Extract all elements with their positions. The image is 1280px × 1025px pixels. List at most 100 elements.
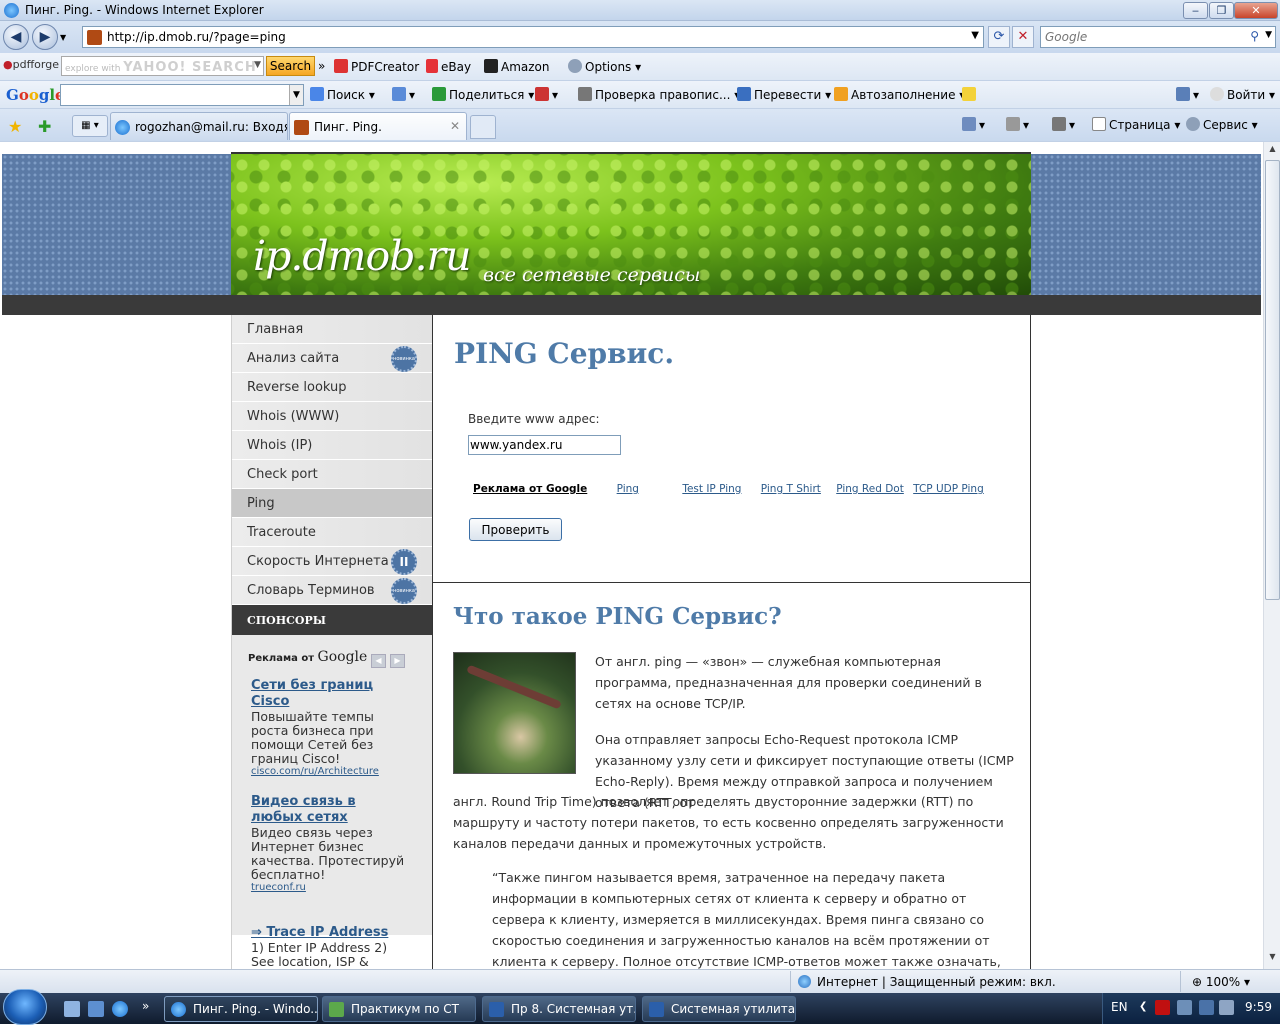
switch-windows-icon[interactable] [88,1001,104,1017]
pdfcreator-button[interactable]: PDFCreator [334,59,419,74]
system-tray: EN ❮ 9:59 [1102,993,1280,1024]
pdfforge-logo[interactable]: ●pdfforge [3,58,59,71]
ad-link[interactable]: Ping T Shirt [761,483,821,495]
history-dropdown-icon[interactable]: ▼ [60,33,66,42]
options-button[interactable]: Options ▾ [568,59,641,74]
site-name[interactable]: ip.dmob.ru [253,232,471,280]
autofill-button[interactable]: Автозаполнение ▾ [834,87,965,102]
close-window-button[interactable]: ✕ [1234,2,1278,19]
ad-link[interactable]: Ping Red Dot [836,483,904,495]
start-button[interactable] [3,989,47,1025]
tray-arrow-icon[interactable]: ❮ [1139,1001,1147,1012]
ad-title[interactable]: Видео связь в любых сетях [251,794,411,826]
scroll-up-icon[interactable]: ▲ [1266,144,1279,158]
taskbar-item-ie[interactable]: Пинг. Ping. - Windo... [164,996,318,1022]
refresh-icon[interactable]: ⟳ [988,26,1010,48]
zoom-level[interactable]: ⊕ 100% ▾ [1192,975,1250,989]
ad-item[interactable]: Видео связь в любых сетях Видео связь че… [251,794,411,893]
quick-tabs-icon[interactable]: ▦ ▾ [72,115,108,137]
address-url[interactable]: http://ip.dmob.ru/?page=ping [107,30,286,44]
show-desktop-icon[interactable] [64,1001,80,1017]
sidebar-item[interactable]: Traceroute [232,518,432,547]
plus-button[interactable]: ▾ [392,87,415,102]
address-bar[interactable]: http://ip.dmob.ru/?page=ping ▼ [82,26,984,48]
google-logo[interactable]: Google [6,86,65,104]
sidebar-item[interactable]: Ping [232,489,432,518]
favorites-star-icon[interactable]: ★ [8,117,22,136]
taskbar-item-utility[interactable]: Системная утилита... [642,996,796,1022]
yahoo-dropdown-icon[interactable]: ▼ [254,60,261,70]
language-indicator[interactable]: EN [1111,1000,1128,1014]
ad-links-lead[interactable]: Реклама от Google [473,483,587,495]
tab-ping[interactable]: Пинг. Ping. ✕ [289,112,467,140]
ad-url[interactable]: trueconf.ru [251,882,411,893]
address-dropdown-icon[interactable]: ▼ [971,30,979,41]
tray-app-icon[interactable] [1177,1000,1192,1015]
taskbar-item-practicum[interactable]: Практикум по СТ [322,996,476,1022]
forward-button[interactable]: ▶ [32,24,58,50]
sidebar-item[interactable]: Скорость Интернета II [232,547,432,576]
share-button[interactable]: Поделиться ▾ [432,87,534,102]
browser-search-input[interactable] [1045,28,1245,46]
clock[interactable]: 9:59 [1245,1000,1272,1014]
taskbar-item-pr8[interactable]: Пр 8. Системная ут... [482,996,636,1022]
ad-item[interactable]: Сети без границ Cisco Повышайте темпы ро… [251,678,411,777]
sidebar-item[interactable]: Главная [232,315,432,344]
add-favorites-icon[interactable]: ✚ [38,117,51,136]
login-button[interactable]: Войти ▾ [1210,87,1275,102]
ads-next-icon[interactable]: ▶ [390,654,405,668]
amazon-button[interactable]: Amazon [484,59,550,74]
translate-button[interactable]: Перевести ▾ [737,87,831,102]
feeds-button[interactable]: ▾ [1006,117,1029,132]
home-button[interactable]: ▾ [962,117,985,132]
stop-icon[interactable]: ✕ [1012,26,1034,48]
ad-url[interactable]: cisco.com/ru/Architecture [251,766,411,777]
wrench-button[interactable]: ▾ [1176,87,1199,102]
toolbar-arrow-icon[interactable]: » [318,59,325,73]
ads-prev-icon[interactable]: ◀ [371,654,386,668]
search-icon[interactable]: ⚲ [1250,29,1259,43]
maximize-button[interactable]: ❐ [1209,2,1234,19]
page-scrollbar[interactable]: ▲ ▼ [1263,142,1280,969]
back-button[interactable]: ◀ [3,24,29,50]
page-menu[interactable]: Страница ▾ [1092,117,1180,132]
tab-mail[interactable]: rogozhan@mail.ru: Входя... [110,112,288,140]
ie-quicklaunch-icon[interactable] [112,1001,128,1017]
ad-link[interactable]: Test IP Ping [682,483,741,495]
yahoo-search-button[interactable]: Search [266,56,315,76]
highlight-button[interactable] [962,87,979,102]
scroll-down-icon[interactable]: ▼ [1266,952,1279,966]
ad-item[interactable]: ⇒ Trace IP Address 1) Enter IP Address 2… [251,925,411,969]
ad-title[interactable]: ⇒ Trace IP Address [251,925,411,941]
yahoo-search-input[interactable]: explore with YAHOO! SEARCH ▼ [61,56,264,76]
ad-link[interactable]: Ping [617,483,639,495]
quicklaunch-more-icon[interactable]: » [142,999,149,1013]
minimize-button[interactable]: ‒ [1183,2,1208,19]
poisk-button[interactable]: Поиск ▾ [310,87,375,102]
sidebar-item[interactable]: Check port [232,460,432,489]
kaspersky-icon[interactable] [1155,1000,1170,1015]
popup-blocker-button[interactable]: ▾ [535,87,558,102]
ad-link[interactable]: TCP UDP Ping [913,483,984,495]
sidebar-item[interactable]: Whois (WWW) [232,402,432,431]
print-button[interactable]: ▾ [1052,117,1075,132]
volume-icon[interactable] [1219,1000,1234,1015]
sidebar-item[interactable]: Reverse lookup [232,373,432,402]
ad-title[interactable]: Сети без границ Cisco [251,678,411,710]
network-icon[interactable] [1199,1000,1214,1015]
google-input-dropdown-icon[interactable]: ▼ [289,85,303,105]
scroll-thumb[interactable] [1265,160,1280,600]
check-button[interactable]: Проверить [469,518,562,541]
search-dropdown-icon[interactable]: ▼ [1265,30,1272,40]
new-tab-button[interactable] [470,115,496,139]
ebay-button[interactable]: eBay [426,59,471,74]
close-tab-icon[interactable]: ✕ [450,119,460,133]
spellcheck-button[interactable]: Проверка правопис... ▾ [578,87,740,102]
www-address-input[interactable] [468,435,621,455]
tools-menu[interactable]: Сервис ▾ [1186,117,1258,132]
sidebar-item[interactable]: Whois (IP) [232,431,432,460]
sidebar-item[interactable]: Словарь Терминов новинка [232,576,432,605]
browser-search-box[interactable]: ⚲ ▼ [1040,26,1276,48]
sidebar-item[interactable]: Анализ сайта новинка [232,344,432,373]
google-toolbar-input[interactable]: ▼ [60,84,304,106]
